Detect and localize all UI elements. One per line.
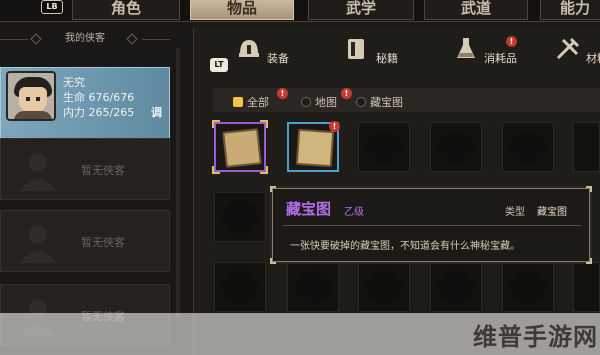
selection-corner [212, 166, 220, 174]
empty-hero-label: 暂无侠客 [81, 164, 125, 177]
top-tab-bar: LB 角色 物品 武学 武道 能力 [0, 0, 600, 22]
category-label: 材料 [586, 52, 600, 65]
category-consumables[interactable]: 消耗品 ! [453, 36, 523, 66]
tooltip-description: 一张快要破掉的藏宝图，不知道会有什么神秘宝藏。 [290, 241, 520, 252]
filter-bar: 全部 ! 地图 ! 藏宝图 [213, 88, 600, 112]
adjust-button[interactable]: 调 [151, 104, 162, 120]
tab-martial-path[interactable]: 武道 [424, 0, 528, 20]
new-item-badge: ! [341, 88, 352, 99]
tooltip-corner [586, 258, 592, 264]
inventory-slot-empty[interactable] [358, 122, 410, 172]
filter-radio [356, 97, 366, 107]
tooltip-item-name: 藏宝图 [286, 200, 332, 218]
inventory-slot-empty[interactable] [430, 122, 482, 172]
hero-hp: 生命 676/676 [63, 91, 135, 104]
tab-character[interactable]: 角色 [72, 0, 180, 20]
filter-label: 地图 [315, 96, 337, 109]
tooltip-corner [270, 258, 276, 264]
crafting-tools-icon [556, 37, 580, 60]
inventory-slot-empty[interactable] [502, 122, 554, 172]
empty-hero-slot[interactable]: 暂无侠客 [0, 210, 170, 272]
inventory-slot-treasure-map-purple[interactable] [212, 120, 268, 174]
tooltip-type-label: 类型 [505, 207, 525, 218]
inventory-slot-empty[interactable] [214, 262, 266, 312]
lb-button-hint: LB [41, 0, 63, 14]
tab-items[interactable]: 物品 [190, 0, 294, 20]
hero-list-panel: 我的侠客 无究 生命 676/676 内力 265/265 调 暂无侠客 暂无侠… [0, 22, 190, 355]
category-materials[interactable]: 材料 [555, 36, 600, 66]
lt-button-hint: LT [210, 58, 228, 72]
header-divider-right [142, 39, 170, 40]
empty-hero-silhouette-icon [20, 225, 56, 263]
inventory-slot-empty[interactable] [502, 262, 554, 312]
hero-mp: 内力 265/265 [63, 106, 135, 119]
potion-flask-icon [457, 38, 475, 58]
inventory-slot-empty[interactable] [214, 192, 266, 242]
watermark-text: 维普手游网 [473, 323, 598, 351]
empty-hero-silhouette-icon [20, 153, 56, 191]
inventory-slot-empty[interactable] [573, 262, 600, 312]
tab-martial-arts[interactable]: 武学 [308, 0, 414, 20]
inventory-slot-empty[interactable] [430, 262, 482, 312]
header-diamond-left [30, 33, 42, 45]
filter-map[interactable]: 地图 [301, 94, 337, 110]
category-manuals[interactable]: 秘籍 [343, 36, 403, 66]
tooltip-item-grade: 乙级 [344, 207, 364, 218]
helmet-icon [239, 40, 259, 57]
treasure-map-icon [222, 128, 262, 168]
filter-all[interactable]: 全部 [233, 94, 269, 110]
book-icon [348, 39, 364, 59]
treasure-map-icon [295, 128, 335, 168]
selection-corner [260, 120, 268, 128]
tooltip-divider [283, 225, 581, 226]
category-equipment[interactable]: 装备 [236, 36, 296, 66]
selection-corner [260, 166, 268, 174]
empty-hero-label: 暂无侠客 [81, 236, 125, 249]
hero-card-selected[interactable]: 无究 生命 676/676 内力 265/265 调 [0, 67, 170, 147]
tab-abilities[interactable]: 能力 [540, 0, 600, 20]
empty-hero-slot[interactable]: 暂无侠客 [0, 138, 170, 200]
tooltip-corner [586, 186, 592, 192]
hero-name: 无究 [63, 76, 85, 89]
hero-list-scrollbar[interactable] [176, 48, 180, 318]
new-item-badge: ! [506, 36, 517, 47]
filter-label: 藏宝图 [370, 96, 403, 109]
header-divider-left [0, 39, 28, 40]
inventory-slot-empty[interactable] [358, 262, 410, 312]
selection-corner [212, 120, 220, 128]
tooltip-corner [270, 186, 276, 192]
category-label: 装备 [267, 52, 289, 65]
item-tooltip: 藏宝图 乙级 类型 藏宝图 一张快要破掉的藏宝图，不知道会有什么神秘宝藏。 [270, 186, 592, 264]
header-diamond-right [126, 33, 138, 45]
filter-radio [301, 97, 311, 107]
filter-label: 全部 [247, 96, 269, 109]
new-item-badge: ! [277, 88, 288, 99]
hero-list-header: 我的侠客 [0, 30, 170, 48]
category-label: 秘籍 [376, 52, 398, 65]
new-item-badge: ! [329, 121, 340, 132]
filter-checkbox-checked [233, 97, 243, 107]
filter-treasure-map[interactable]: 藏宝图 [356, 94, 403, 110]
inventory-slot-empty[interactable] [573, 122, 600, 172]
tooltip-type-value: 藏宝图 [537, 207, 567, 218]
hero-list-title: 我的侠客 [65, 33, 105, 44]
hero-avatar [6, 71, 56, 121]
inventory-slot-empty[interactable] [287, 262, 339, 312]
category-label: 消耗品 [484, 52, 517, 65]
